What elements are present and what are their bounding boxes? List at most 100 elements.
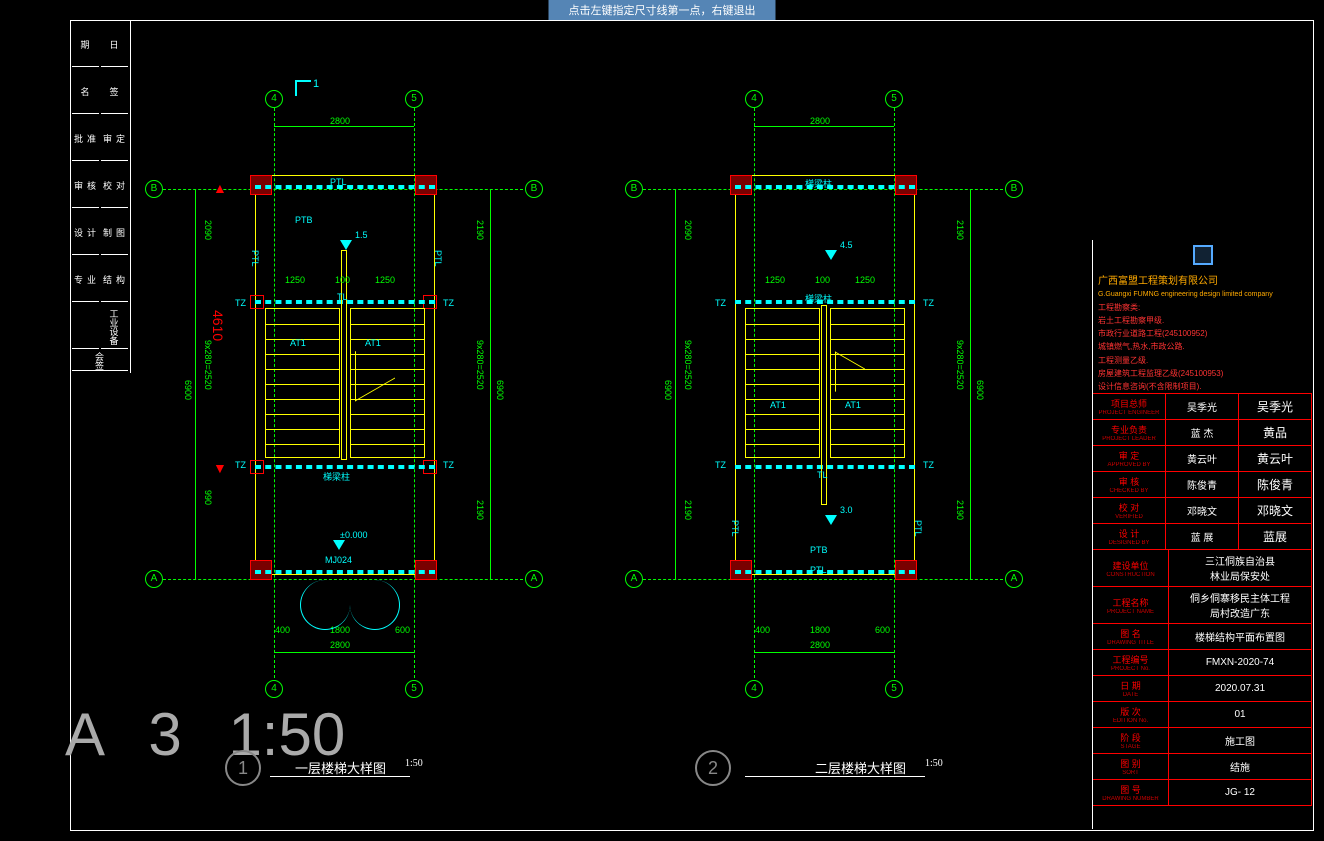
qual-line: 市政行业道路工程(245100952) [1093,327,1312,340]
label-tl: TL [337,292,348,302]
label-beam-top: 梯梁柱 [805,177,832,190]
dim: 9x280=2520 [683,340,693,390]
tb-stage: 阶 段STAGE 施工图 [1093,727,1312,753]
dim-line [754,126,894,127]
beam [255,465,435,469]
door-arc [350,580,400,630]
label-tz: TZ [235,298,246,308]
grid-bubble: B [525,180,543,198]
signature-row: 校 对VERIFIED邓晓文邓晓文 [1093,497,1312,523]
tb-unit: 建设单位CONSTRUCTION 三江侗族自治县 林业局保安处 [1093,549,1312,586]
grid-bubble: B [1005,180,1023,198]
dim-top: 2800 [810,116,830,126]
detail-number: 2 [695,750,731,786]
dim: 9x280=2520 [955,340,965,390]
wall-label: MJ024 [325,555,352,565]
dim-top: 2800 [330,116,350,126]
label-ptl-bot: PTL [810,565,827,575]
dim: 2090 [203,220,213,240]
grid-bubble: A [1005,570,1023,588]
elev: 4.5 [840,240,853,250]
signature-row: 项目总师PROJECT ENGINEER吴季光吴季光 [1093,393,1312,419]
tb-ver: 版 次EDITION No. 01 [1093,701,1312,727]
plan-scale: 1:50 [405,758,423,769]
dim: 2190 [475,220,485,240]
grid-bubble: 5 [885,90,903,108]
elev-marker [340,240,352,250]
grid-bubble: 5 [405,680,423,698]
qual-line: 岩土工程勘察甲级. [1093,314,1312,327]
label-beam: 梯梁柱 [323,470,350,483]
dim-line [274,126,414,127]
dim: 9x280=2520 [203,340,213,390]
grid-bubble: A [525,570,543,588]
dim-right: 6900 [975,380,985,400]
beam [255,570,435,574]
grid-line [643,579,1003,580]
qual-line: 房屋建筑工程监理乙级(245100953) [1093,367,1312,380]
signature-rows: 项目总师PROJECT ENGINEER吴季光吴季光专业负责PROJECT LE… [1093,393,1312,549]
dim: 400 [275,625,290,635]
label-tz: TZ [715,460,726,470]
signature-row: 专业负责PROJECT LEADER蓝 杰黄品 [1093,419,1312,445]
elev-marker [825,515,837,525]
dim: 600 [875,625,890,635]
dim: 2090 [683,220,693,240]
dim: 1250 [375,275,395,285]
plan-2: 4 5 4 5 B A B A 2800 2800 400 1800 600 6… [635,60,1055,750]
tb-date: 日 期DATE 2020.07.31 [1093,675,1312,701]
elev: ±0.000 [340,530,367,540]
dim-left: 6900 [183,380,193,400]
elev: 3.0 [840,505,853,515]
grid-bubble: B [145,180,163,198]
tb-dwgno: 图 号DRAWING NUMBER JG- 12 [1093,779,1312,806]
title-underline [745,776,925,777]
grid-line [163,579,523,580]
label-tl: TL [817,470,828,480]
dim: 600 [395,625,410,635]
dim-line [195,189,196,579]
plan-scale: 1:50 [925,758,943,769]
label-ptl: PTL [330,177,347,187]
elev: 1.5 [355,230,368,240]
qual-line: 城镇燃气,热水,市政公路. [1093,340,1312,353]
signature-row: 设 计DESIGNED BY蓝 展蓝展 [1093,523,1312,549]
dim-line [490,189,491,579]
label-tz: TZ [443,298,454,308]
dim: 1250 [855,275,875,285]
label-ptl: PTL [913,520,923,537]
grid-bubble: 4 [265,680,283,698]
tb-drawing: 图 名DRAWING TITLE 楼梯结构平面布置图 [1093,623,1312,649]
dim: 2190 [683,500,693,520]
dim: 2190 [955,220,965,240]
section-mark [295,80,311,96]
detail-number: 1 [225,750,261,786]
label-at: AT1 [365,338,381,348]
door-arc [300,580,350,630]
label-ptb: PTB [295,215,313,225]
label-tz: TZ [443,460,454,470]
label-at: AT1 [845,400,861,410]
label-tz: TZ [923,298,934,308]
plan-1: 4 5 4 5 B A B A 2800 2800 400 1800 600 6… [155,60,575,750]
extent-arrow: ▼ [213,460,227,476]
grid-bubble: 4 [745,90,763,108]
title-underline [270,776,410,777]
grid-bubble: 5 [885,680,903,698]
tb-project: 工程名称PROJECT NAME 侗乡侗寨移民主体工程 局村改造广东 [1093,586,1312,623]
label-at: AT1 [770,400,786,410]
stair-flight [265,308,340,458]
red-dim: 4610 [210,310,226,341]
dim-line [754,652,894,653]
dim: 100 [815,275,830,285]
section-num: 1 [313,78,319,90]
dim-bottom: 2800 [810,640,830,650]
label-tz: TZ [923,460,934,470]
dim-line [970,189,971,579]
drawing-area[interactable]: A 3 1:50 4 5 4 5 B A B A 2800 2800 400 1… [95,20,1085,830]
label-tz: TZ [235,460,246,470]
stair-flight [745,308,820,458]
dim-bottom: 2800 [330,640,350,650]
dim-line [675,189,676,579]
grid-bubble: 4 [745,680,763,698]
